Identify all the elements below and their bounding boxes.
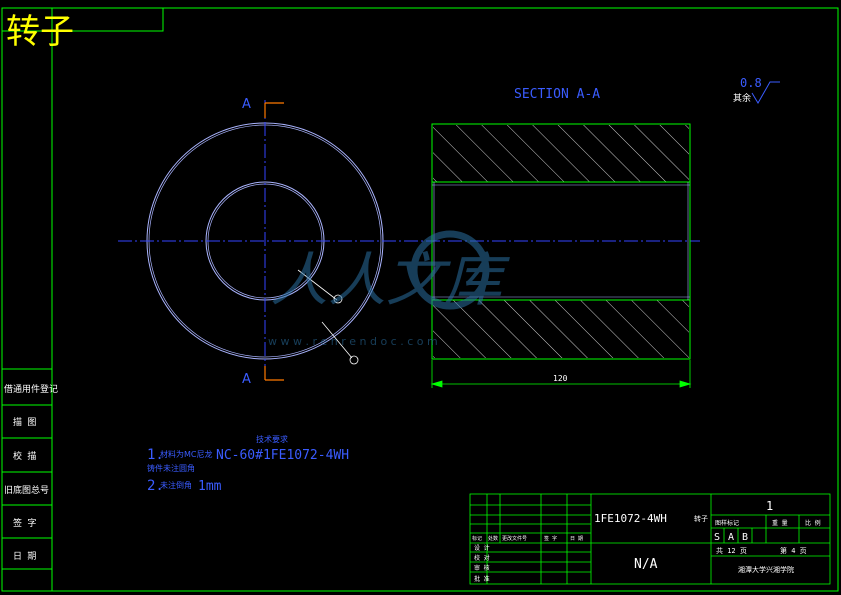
notes-heading: 技术要求 xyxy=(256,434,288,444)
drawing-number: 1FE1072-4WH xyxy=(594,512,667,525)
cut-letter-bottom: A xyxy=(242,372,251,387)
part-name: 转子 xyxy=(694,514,708,523)
rev-header: 签 字 xyxy=(544,535,557,542)
sheet-count: 共 12 页 xyxy=(716,546,747,555)
sidebar-label: 签 字 xyxy=(13,517,36,529)
role-label: 设 计 xyxy=(474,544,490,552)
hatch-upper xyxy=(433,125,689,182)
drawing-title: 转子 xyxy=(6,12,74,52)
stage-label: 图样标记 xyxy=(715,519,739,527)
sidebar-label: 借通用件登记 xyxy=(4,383,58,395)
role-label: 审 核 xyxy=(474,564,490,572)
sidebar-label: 旧底图总号 xyxy=(4,484,49,496)
sidebar-label: 描 图 xyxy=(13,416,36,428)
rev-header: 日 期 xyxy=(570,536,583,542)
rev-header: 更改文件号 xyxy=(502,535,527,542)
dimension-value: 120 xyxy=(553,374,568,383)
role-label: 批 准 xyxy=(474,575,490,583)
section-label: SECTION A-A xyxy=(514,87,600,102)
watermark-text: 人人文库 xyxy=(270,246,510,314)
note-line2-main: 1mm xyxy=(198,479,222,494)
cut-letter-top: A xyxy=(242,97,251,112)
note-line1-main: NC-60#1FE1072-4WH xyxy=(216,448,349,463)
roughness-note: 其余 xyxy=(733,92,751,104)
scale-label: 比 例 xyxy=(805,519,821,527)
sidebar-label: 日 期 xyxy=(13,551,36,562)
leader-mark xyxy=(349,355,359,365)
part-count: 1 xyxy=(766,499,773,513)
company-name: 湘潭大学兴湘学院 xyxy=(738,565,794,574)
rev-header: 标记 xyxy=(472,535,482,542)
sheet-number: 第 4 页 xyxy=(780,546,807,555)
cad-drawing: 转子 借通用件登记 描 图 校 描 旧底图总号 签 字 日 期 A A SECT… xyxy=(1,7,839,592)
note-line2-sub: 铸件未注圆角 xyxy=(147,463,195,473)
rev-header: 处数 xyxy=(488,535,498,542)
watermark-url: w w w . r e n r e n d o c . c o m xyxy=(268,335,438,348)
roughness-value: 0.8 xyxy=(740,76,762,90)
note-line2-small: 未注倒角 xyxy=(160,480,192,490)
material-mark: N/A xyxy=(634,557,658,572)
note-line1-small: 材料为MC尼龙 xyxy=(160,449,213,459)
weight-label: 重 量 xyxy=(772,519,788,527)
stage-mark: B xyxy=(742,532,748,543)
stage-mark: S xyxy=(714,532,720,543)
sidebar-label: 校 描 xyxy=(13,450,36,462)
role-label: 校 对 xyxy=(474,554,490,562)
stage-mark: A xyxy=(728,532,734,543)
